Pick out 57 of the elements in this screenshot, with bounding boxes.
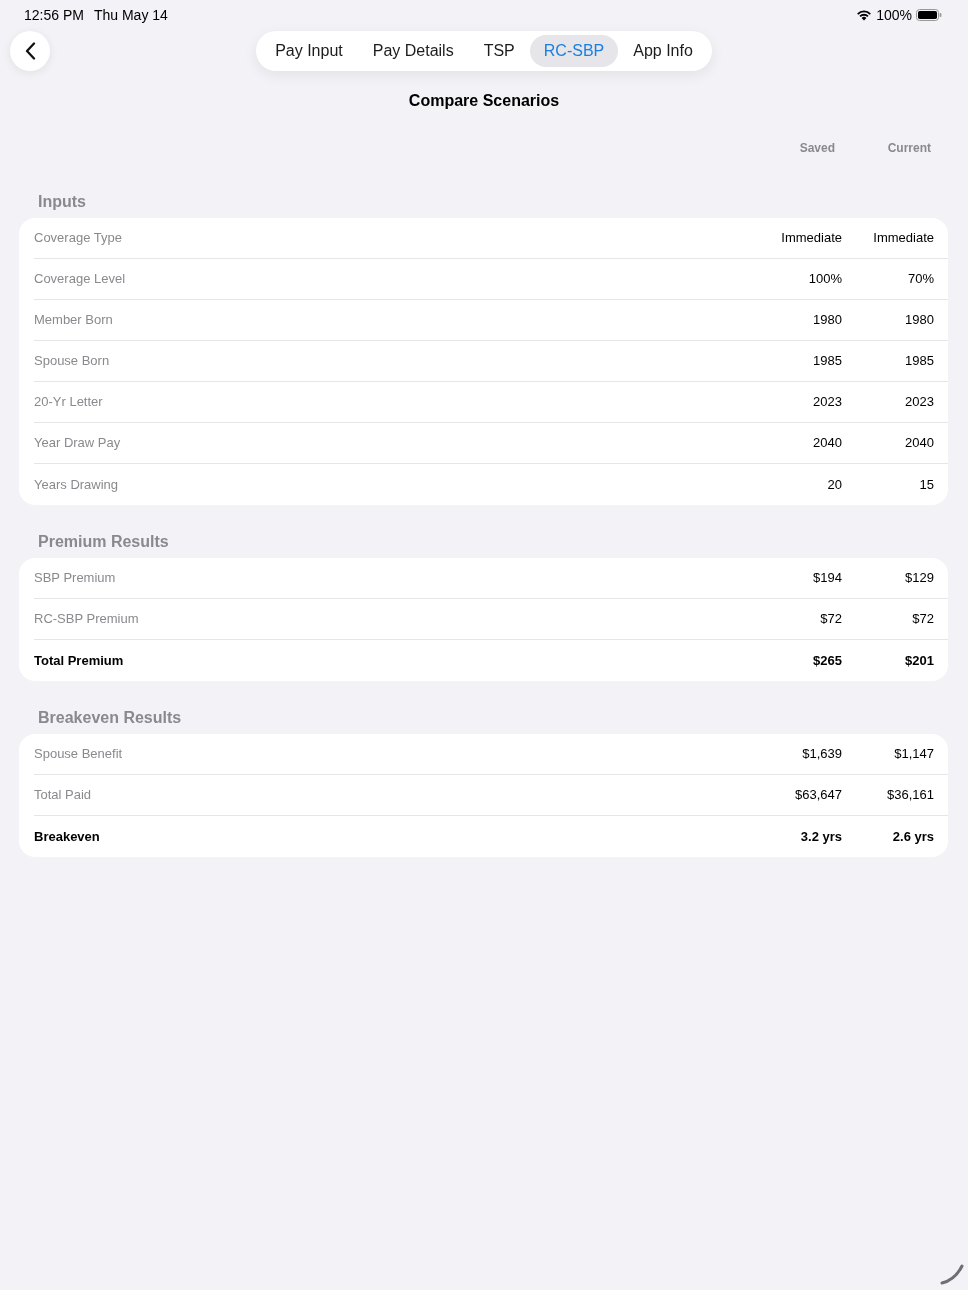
battery-icon bbox=[916, 9, 942, 21]
value-cell-text: $194 bbox=[812, 569, 842, 588]
back-button[interactable] bbox=[10, 31, 50, 71]
row-label: Coverage Type bbox=[34, 229, 123, 248]
tab[interactable]: Pay Input bbox=[260, 35, 358, 67]
row-label: Total Premium bbox=[34, 651, 125, 670]
section-heading: Premium Results bbox=[38, 532, 169, 552]
section-heading: Inputs bbox=[38, 192, 86, 212]
value-cell-text: 2023 bbox=[904, 393, 934, 412]
row-label: Breakeven bbox=[34, 827, 101, 846]
value-cell-text: 70% bbox=[906, 270, 934, 289]
value-cell-text: 100% bbox=[807, 270, 842, 289]
section-heading: Breakeven Results bbox=[38, 708, 182, 728]
value-cell-text: Immediate bbox=[780, 229, 842, 248]
column-header: Saved bbox=[798, 140, 835, 156]
value-cell-text: 1985 bbox=[812, 352, 842, 371]
row-label: Spouse Benefit bbox=[34, 745, 124, 764]
tab[interactable]: Pay Details bbox=[357, 35, 469, 67]
row-label: Member Born bbox=[34, 311, 114, 330]
row-label: Year Draw Pay bbox=[34, 434, 122, 453]
value-cell-text: $36,161 bbox=[886, 786, 934, 805]
arc-icon bbox=[940, 1263, 964, 1285]
tab[interactable]: TSP bbox=[468, 35, 530, 67]
value-cell-text: 1985 bbox=[904, 352, 934, 371]
value-cell-text: $201 bbox=[904, 651, 934, 670]
value-cell-text: $63,647 bbox=[794, 786, 842, 805]
value-cell-text: 2.6 yrs bbox=[891, 827, 934, 846]
value-cell-text: $1,147 bbox=[893, 745, 934, 764]
value-cell-text: 2040 bbox=[812, 434, 842, 453]
chevron-left-icon bbox=[24, 42, 36, 60]
value-cell-text: 20 bbox=[826, 475, 842, 494]
row-label: Coverage Level bbox=[34, 270, 127, 289]
value-cell-text: $72 bbox=[819, 610, 842, 629]
value-cell-text: $1,639 bbox=[801, 745, 842, 764]
value-cell-text: 2040 bbox=[904, 434, 934, 453]
tab[interactable]: App Info bbox=[618, 35, 708, 67]
value-cell-text: 1980 bbox=[904, 311, 934, 330]
row-label: Spouse Born bbox=[34, 352, 111, 371]
value-cell-text: 1980 bbox=[812, 311, 842, 330]
battery-percent: 100% bbox=[876, 5, 912, 25]
column-header: Current bbox=[886, 140, 931, 156]
value-cell-text: $265 bbox=[812, 651, 842, 670]
row-label: SBP Premium bbox=[34, 569, 117, 588]
row-label: Total Paid bbox=[34, 786, 93, 805]
row-label: RC-SBP Premium bbox=[34, 610, 140, 629]
value-cell-text: 2023 bbox=[812, 393, 842, 412]
page-title: Compare Scenarios bbox=[407, 91, 561, 111]
wifi-icon bbox=[856, 9, 873, 21]
row-label: 20-Yr Letter bbox=[34, 393, 104, 412]
value-cell-text: Immediate bbox=[872, 229, 934, 248]
status-time: 12:56 PM bbox=[24, 5, 84, 25]
value-cell-text: 15 bbox=[918, 475, 934, 494]
status-date: Thu May 14 bbox=[93, 5, 168, 25]
value-cell-text: $72 bbox=[911, 610, 934, 629]
row-label: Years Drawing bbox=[34, 475, 120, 494]
value-cell-text: $129 bbox=[904, 569, 934, 588]
value-cell-text: 3.2 yrs bbox=[799, 827, 842, 846]
